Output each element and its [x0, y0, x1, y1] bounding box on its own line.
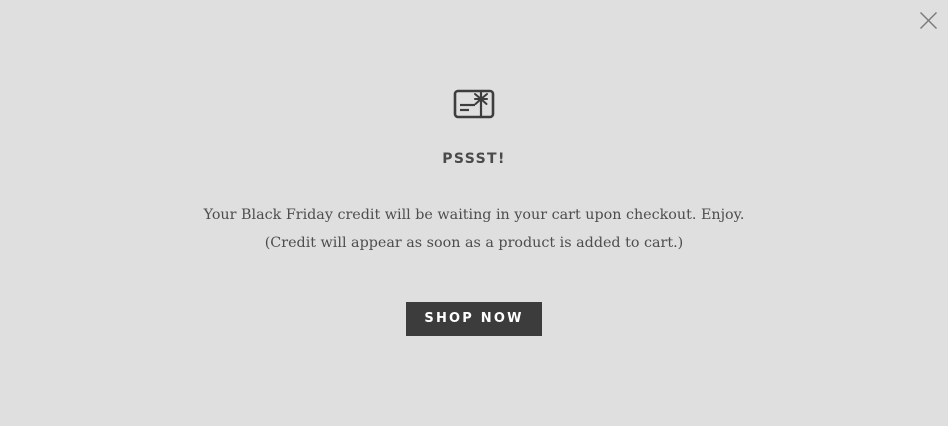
message-line-2: (Credit will appear as soon as a product… [264, 235, 684, 251]
shop-now-button[interactable]: SHOP NOW [406, 302, 542, 336]
gift-card-icon [453, 88, 495, 120]
modal-message: Your Black Friday credit will be waiting… [0, 201, 948, 257]
promo-modal: PSSST! Your Black Friday credit will be … [0, 0, 948, 426]
message-line-1: Your Black Friday credit will be waiting… [203, 207, 745, 223]
modal-title: PSSST! [442, 151, 506, 167]
close-icon[interactable] [919, 11, 938, 30]
